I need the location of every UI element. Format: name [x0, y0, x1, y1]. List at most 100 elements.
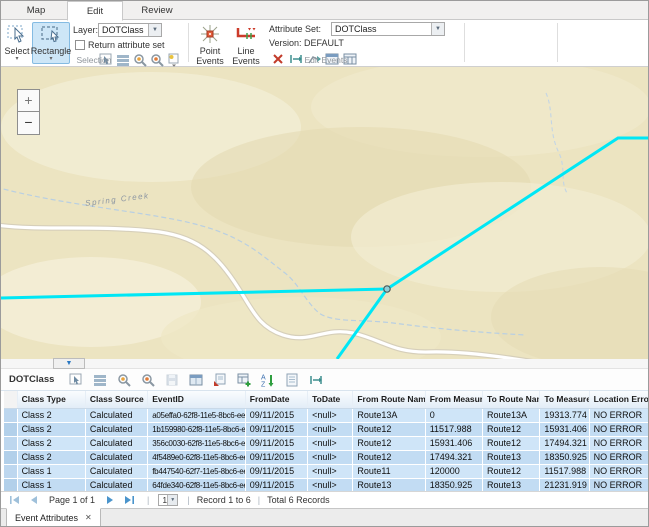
- column-header[interactable]: FromDate: [245, 391, 307, 408]
- row-selector[interactable]: [4, 436, 17, 450]
- close-tab-icon[interactable]: ✕: [85, 514, 92, 522]
- row-selector[interactable]: [4, 450, 17, 464]
- layer-dropdown-arrow-icon[interactable]: ▼: [148, 24, 161, 36]
- cell[interactable]: Class 2: [17, 408, 85, 422]
- cell[interactable]: 11517.988: [425, 422, 482, 436]
- cell[interactable]: <null>: [308, 464, 353, 478]
- column-header[interactable]: Class Type: [17, 391, 85, 408]
- column-header[interactable]: EventID: [148, 391, 246, 408]
- column-header[interactable]: Location Error: [589, 391, 648, 408]
- cell[interactable]: Class 2: [17, 422, 85, 436]
- cell[interactable]: Route13A: [353, 408, 425, 422]
- column-header[interactable]: From Measure: [425, 391, 482, 408]
- table-row[interactable]: Class 2Calculated356c0030-62f8-11e5-8bc6…: [4, 436, 649, 450]
- cell[interactable]: 19313.774: [540, 408, 589, 422]
- cell[interactable]: <null>: [308, 408, 353, 422]
- cell[interactable]: 17494.321: [540, 436, 589, 450]
- cell[interactable]: 0: [425, 408, 482, 422]
- cell[interactable]: Route13: [483, 478, 540, 491]
- page-number-dropdown[interactable]: 1 ▼: [158, 494, 178, 506]
- cell[interactable]: 18350.925: [425, 478, 482, 491]
- attribute-set-dropdown[interactable]: DOTClass ▼: [331, 22, 445, 36]
- cell[interactable]: Class 1: [17, 464, 85, 478]
- column-header[interactable]: To Route Name: [483, 391, 540, 408]
- cell[interactable]: NO ERROR: [589, 422, 648, 436]
- cell[interactable]: 09/11/2015: [245, 408, 307, 422]
- cell[interactable]: 17494.321: [425, 450, 482, 464]
- cell[interactable]: NO ERROR: [589, 408, 648, 422]
- cell[interactable]: NO ERROR: [589, 478, 648, 491]
- cell[interactable]: Route13A: [483, 408, 540, 422]
- cell[interactable]: <null>: [308, 422, 353, 436]
- cell[interactable]: 1b159980-62f8-11e5-8bc6-ee32641d5ec9: [148, 422, 246, 436]
- cell[interactable]: Calculated: [85, 436, 147, 450]
- next-page-button[interactable]: [106, 495, 114, 505]
- zoom-in-button[interactable]: +: [17, 89, 40, 112]
- cell[interactable]: a05effa0-62f8-11e5-8bc6-ee32641d5ec9: [148, 408, 246, 422]
- cell[interactable]: Route12: [483, 436, 540, 450]
- map-view[interactable]: Spring Creek + −: [1, 67, 649, 359]
- cell[interactable]: Class 2: [17, 450, 85, 464]
- table-row[interactable]: Class 2Calculated4f5489e0-62f8-11e5-8bc6…: [4, 450, 649, 464]
- cell[interactable]: Route12: [483, 422, 540, 436]
- cell[interactable]: Route13: [483, 450, 540, 464]
- cell[interactable]: Calculated: [85, 408, 147, 422]
- show-all-records-icon[interactable]: [92, 372, 108, 388]
- cell[interactable]: 4f5489e0-62f8-11e5-8bc6-ee32641d5ec9: [148, 450, 246, 464]
- cell[interactable]: 356c0030-62f8-11e5-8bc6-ee32641d5ec9: [148, 436, 246, 450]
- row-selector[interactable]: [4, 408, 17, 422]
- cell[interactable]: 15931.406: [540, 422, 589, 436]
- cell[interactable]: 09/11/2015: [245, 464, 307, 478]
- append-records-icon[interactable]: [236, 372, 252, 388]
- cell[interactable]: Route12: [353, 436, 425, 450]
- cell[interactable]: 18350.925: [540, 450, 589, 464]
- cell[interactable]: Calculated: [85, 450, 147, 464]
- record-form-icon[interactable]: [284, 372, 300, 388]
- cell[interactable]: 09/11/2015: [245, 422, 307, 436]
- cell[interactable]: fb447540-62f7-11e5-8bc6-ee32641d5ec9: [148, 464, 246, 478]
- tab-review[interactable]: Review: [127, 1, 187, 20]
- cell[interactable]: <null>: [308, 450, 353, 464]
- cell[interactable]: Class 2: [17, 436, 85, 450]
- table-row[interactable]: Class 2Calculated1b159980-62f8-11e5-8bc6…: [4, 422, 649, 436]
- measure-split-icon[interactable]: [308, 372, 324, 388]
- cell[interactable]: Route11: [353, 464, 425, 478]
- page-number-arrow-icon[interactable]: ▼: [167, 495, 177, 505]
- first-page-button[interactable]: [9, 495, 20, 505]
- tab-map[interactable]: Map: [9, 1, 63, 20]
- tab-event-attributes[interactable]: Event Attributes ✕: [6, 508, 101, 527]
- column-header[interactable]: ToDate: [308, 391, 353, 408]
- cell[interactable]: 09/11/2015: [245, 450, 307, 464]
- zoom-out-button[interactable]: −: [17, 112, 40, 135]
- attribute-window-icon[interactable]: [188, 372, 204, 388]
- cell[interactable]: 64fde340-62f8-11e5-8bc6-ee32641d5ec9: [148, 478, 246, 491]
- cell[interactable]: 21231.919: [540, 478, 589, 491]
- cell[interactable]: Route12: [353, 422, 425, 436]
- cell[interactable]: 09/11/2015: [245, 478, 307, 491]
- cell[interactable]: 120000: [425, 464, 482, 478]
- last-page-button[interactable]: [124, 495, 135, 505]
- cell[interactable]: Route12: [483, 464, 540, 478]
- export-records-icon[interactable]: [212, 372, 228, 388]
- cell[interactable]: Class 1: [17, 478, 85, 491]
- column-header[interactable]: From Route Name: [353, 391, 425, 408]
- cell[interactable]: Route12: [353, 450, 425, 464]
- tab-edit[interactable]: Edit: [67, 1, 123, 21]
- save-icon[interactable]: [164, 372, 180, 388]
- layer-dropdown[interactable]: DOTClass ▼: [98, 23, 162, 37]
- cell[interactable]: <null>: [308, 436, 353, 450]
- row-selector[interactable]: [4, 478, 17, 491]
- cell[interactable]: NO ERROR: [589, 464, 648, 478]
- return-attribute-set-checkbox[interactable]: [75, 40, 85, 50]
- row-selector[interactable]: [4, 422, 17, 436]
- column-header[interactable]: To Measure: [540, 391, 589, 408]
- cell[interactable]: 11517.988: [540, 464, 589, 478]
- select-records-icon[interactable]: [68, 372, 84, 388]
- attribute-set-dropdown-arrow-icon[interactable]: ▼: [431, 23, 444, 35]
- cell[interactable]: <null>: [308, 478, 353, 491]
- cell[interactable]: Calculated: [85, 478, 147, 491]
- cell[interactable]: NO ERROR: [589, 450, 648, 464]
- cell[interactable]: Calculated: [85, 422, 147, 436]
- cell[interactable]: NO ERROR: [589, 436, 648, 450]
- cell[interactable]: 15931.406: [425, 436, 482, 450]
